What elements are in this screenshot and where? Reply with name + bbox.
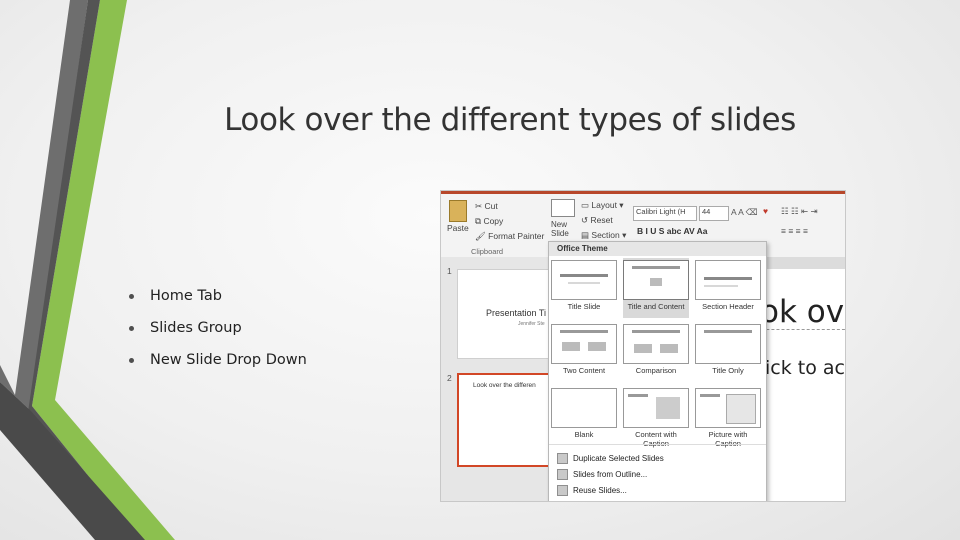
reuse-slides-menu-item[interactable]: Reuse Slides... — [557, 485, 627, 496]
reuse-icon — [557, 485, 568, 496]
font-grow-shrink-icon[interactable]: A A ⌫ — [731, 207, 758, 218]
layout-name: Title and Content — [627, 302, 685, 311]
slide-2-number: 2 — [447, 373, 452, 383]
bullet-dot-icon — [129, 326, 134, 331]
slide-1-number: 1 — [447, 266, 452, 276]
layout-thumbnail — [695, 388, 761, 428]
canvas-body-text: ick to ac — [765, 357, 845, 379]
layout-button[interactable]: ▭ Layout ▾ — [581, 200, 624, 211]
cut-button[interactable]: ✂ Cut — [475, 201, 498, 212]
list-icons[interactable]: ☷ ☷ ⇤ ⇥ — [781, 206, 818, 217]
bullet-text: Slides Group — [150, 320, 242, 336]
new-slide-icon[interactable] — [551, 199, 575, 217]
layout-label: Layout — [591, 200, 617, 210]
layout-comparison[interactable]: Comparison — [623, 324, 689, 375]
layout-thumbnail — [551, 324, 617, 364]
layout-title-only[interactable]: Title Only — [695, 324, 761, 375]
layout-thumbnail — [551, 260, 617, 300]
layout-name: Picture with Caption — [708, 430, 748, 448]
slide-1-thumbnail[interactable]: Presentation Ti Jennifer Ste — [457, 269, 551, 359]
layout-name: Two Content — [562, 366, 606, 375]
layout-thumbnail — [695, 260, 761, 300]
paste-button[interactable]: Paste — [447, 223, 469, 233]
bullet-item: Home Tab — [127, 288, 307, 320]
new-slide-button[interactable]: New Slide — [551, 220, 577, 238]
layout-thumbnail — [623, 260, 689, 300]
bullet-list: Home Tab Slides Group New Slide Drop Dow… — [127, 288, 307, 384]
duplicate-slides-menu-item[interactable]: Duplicate Selected Slides — [557, 453, 664, 464]
layout-content-with-caption[interactable]: Content with Caption — [623, 388, 689, 448]
font-size-select[interactable]: 44 — [699, 206, 729, 221]
layout-name: Section Header — [702, 302, 754, 311]
layout-name: Blank — [574, 430, 594, 439]
slide-1-subtitle: Jennifer Ste — [518, 321, 545, 327]
powerpoint-screenshot: Paste ✂ Cut ⧉ Copy 🖌 Format Painter Clip… — [440, 190, 846, 502]
slide-2-title: Look over the differen — [473, 382, 536, 389]
layout-thumbnail — [551, 388, 617, 428]
office-theme-header: Office Theme — [549, 242, 766, 256]
layout-section-header[interactable]: Section Header — [695, 260, 761, 311]
layout-thumbnail — [623, 388, 689, 428]
layout-thumbnail — [623, 324, 689, 364]
canvas-title-text: ok ov — [760, 294, 845, 330]
slide-1-title: Presentation Ti — [486, 308, 547, 318]
menu-item-label: Duplicate Selected Slides — [573, 454, 664, 463]
layout-name: Title Slide — [567, 302, 601, 311]
new-slide-dropdown: Office Theme Title Slide Title and Conte… — [548, 241, 767, 501]
layout-title-and-content[interactable]: Title and Content — [623, 258, 689, 318]
bullet-item: New Slide Drop Down — [127, 352, 307, 384]
align-icons[interactable]: ≡ ≡ ≡ ≡ — [781, 226, 808, 236]
menu-item-label: Reuse Slides... — [573, 486, 627, 495]
dark-corner-shape — [0, 382, 145, 540]
layout-name: Content with Caption — [635, 430, 677, 448]
bullet-item: Slides Group — [127, 320, 307, 352]
outline-icon — [557, 469, 568, 480]
slides-from-outline-menu-item[interactable]: Slides from Outline... — [557, 469, 647, 480]
slide-2-thumbnail[interactable]: Look over the differen — [457, 373, 553, 467]
menu-divider — [549, 444, 766, 445]
section-label: Section — [591, 230, 620, 240]
bullet-dot-icon — [129, 358, 134, 363]
reset-label: Reset — [590, 215, 613, 225]
bullet-text: Home Tab — [150, 288, 222, 304]
section-button[interactable]: ▤ Section ▾ — [581, 230, 626, 241]
layout-name: Title Only — [712, 366, 744, 375]
layout-picture-with-caption[interactable]: Picture with Caption — [695, 388, 761, 448]
cut-label: Cut — [484, 201, 498, 211]
duplicate-icon — [557, 453, 568, 464]
bullet-dot-icon — [129, 294, 134, 299]
layout-blank[interactable]: Blank — [551, 388, 617, 439]
decorative-side-shapes — [0, 0, 175, 540]
bullet-text: New Slide Drop Down — [150, 352, 307, 368]
layout-thumbnail — [695, 324, 761, 364]
reset-button[interactable]: ↺ Reset — [581, 215, 613, 226]
slide-thumbnail-panel: 1 Presentation Ti Jennifer Ste 2 Look ov… — [441, 257, 555, 501]
layout-title-slide[interactable]: Title Slide — [551, 260, 617, 311]
format-painter-label: Format Painter — [488, 231, 545, 241]
format-painter-button[interactable]: 🖌 Format Painter — [475, 231, 544, 242]
slide-title: Look over the different types of slides — [224, 102, 796, 138]
font-name-select[interactable]: Calibri Light (H — [633, 206, 697, 221]
copy-button[interactable]: ⧉ Copy — [475, 216, 503, 227]
menu-item-label: Slides from Outline... — [573, 470, 648, 479]
layout-two-content[interactable]: Two Content — [551, 324, 617, 375]
clipboard-group-label: Clipboard — [471, 247, 504, 256]
copy-label: Copy — [483, 216, 504, 226]
font-format-icons[interactable]: B I U S abc AV Aa — [637, 226, 708, 236]
layout-name: Comparison — [635, 366, 677, 375]
paste-icon[interactable] — [449, 200, 467, 222]
clear-format-icon[interactable]: ♥ — [763, 206, 768, 216]
